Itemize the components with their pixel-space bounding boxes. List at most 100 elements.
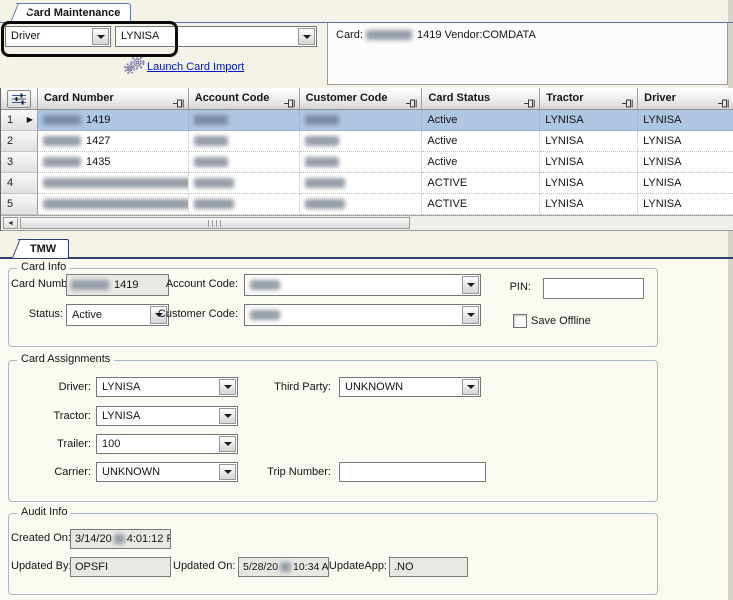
pin-icon[interactable] — [524, 95, 535, 110]
table-row[interactable]: 21427ActiveLYNISALYNISA — [1, 131, 733, 152]
grid-cell: 1427 — [38, 131, 189, 152]
table-row[interactable]: 40016ACTIVELYNISALYNISA — [1, 173, 733, 194]
redacted-text — [305, 115, 339, 125]
column-chooser-button[interactable] — [7, 90, 31, 108]
card-number-value: 1419 — [114, 279, 138, 291]
update-app-label: UpdateApp: — [325, 560, 387, 572]
grid-cell: Active — [422, 131, 540, 152]
carrier-label: Carrier: — [9, 466, 91, 478]
filter-value-dropdown-button[interactable] — [298, 28, 315, 45]
card-number-label: Card Number: — [11, 278, 63, 290]
update-app-field: .NO — [389, 557, 468, 577]
filter-type-combo[interactable]: Driver — [5, 26, 111, 47]
row-header[interactable]: 3 — [1, 152, 38, 173]
grid-cell: Active — [422, 152, 540, 173]
update-app-value: .NO — [394, 561, 414, 573]
filter-type-dropdown-button[interactable] — [92, 28, 109, 45]
grid-cell: 1419 — [38, 110, 189, 131]
pin-icon[interactable] — [284, 95, 295, 110]
grid-cell — [300, 110, 423, 131]
customer-code-dropdown-button[interactable] — [462, 306, 479, 324]
grid-cell: ACTIVE — [422, 194, 540, 215]
filter-value-text: LYNISA — [121, 30, 159, 42]
driver-dropdown-button[interactable] — [219, 379, 236, 395]
table-row[interactable]: 1▶1419ActiveLYNISALYNISA — [1, 110, 733, 131]
redacted-text — [43, 136, 81, 146]
grid-cell — [300, 131, 423, 152]
filter-value-combo[interactable]: LYNISA — [115, 26, 317, 47]
carrier-dropdown-button[interactable] — [219, 464, 236, 480]
table-row[interactable]: 31435ActiveLYNISALYNISA — [1, 152, 733, 173]
redacted-text — [43, 115, 81, 125]
audit-info-legend: Audit Info — [17, 506, 71, 518]
card-maintenance-window: Card Maintenance Driver LYNISA Launch Ca… — [0, 0, 733, 600]
updated-by-field: OPSFI — [70, 557, 171, 577]
redacted-text — [194, 178, 234, 188]
customer-code-combo[interactable] — [244, 304, 481, 326]
pin-icon[interactable] — [718, 95, 729, 110]
column-header-card-status[interactable]: Card Status — [422, 88, 540, 110]
card-info-group: Card Info Card Number: 1419 Account Code… — [8, 268, 658, 347]
third-party-value: UNKNOWN — [345, 381, 403, 393]
third-party-dropdown-button[interactable] — [462, 379, 479, 395]
grid-cell: LYNISA — [638, 110, 733, 131]
trip-number-label: Trip Number: — [249, 466, 331, 478]
customer-code-label: Customer Code: — [148, 308, 238, 320]
scroll-left-button[interactable]: ◄ — [3, 217, 18, 229]
trailer-label: Trailer: — [9, 438, 91, 450]
tractor-value: LYNISA — [102, 410, 140, 422]
tractor-combo[interactable]: LYNISA — [96, 406, 238, 426]
column-header-tractor[interactable]: Tractor — [540, 88, 638, 110]
created-on-label: Created On: — [11, 532, 67, 544]
column-header-driver[interactable]: Driver — [638, 88, 733, 110]
row-header[interactable]: 4 — [1, 173, 38, 194]
redacted-text — [305, 199, 345, 209]
pin-icon[interactable] — [622, 95, 633, 110]
grid-cell: LYNISA — [638, 131, 733, 152]
tractor-dropdown-button[interactable] — [219, 408, 236, 424]
updated-on-time: 10:34 AM — [293, 561, 329, 573]
account-code-dropdown-button[interactable] — [462, 276, 479, 294]
grid-cell: LYNISA — [540, 173, 638, 194]
pin-icon[interactable] — [406, 95, 417, 110]
filter-type-value: Driver — [11, 30, 40, 42]
carrier-value: UNKNOWN — [102, 466, 160, 478]
column-header-account-code[interactable]: Account Code — [189, 88, 300, 110]
row-header[interactable]: 5 — [1, 194, 38, 215]
grid-cell: LYNISA — [540, 194, 638, 215]
tab-card-maintenance[interactable]: Card Maintenance — [16, 3, 131, 23]
grid-cell: Active — [422, 110, 540, 131]
trailer-value: 100 — [102, 438, 120, 450]
column-header-label: Account Code — [195, 92, 270, 104]
row-header[interactable]: 2 — [1, 131, 38, 152]
scrollbar-thumb[interactable] — [20, 217, 410, 229]
row-header[interactable]: 1▶ — [1, 110, 38, 131]
table-row[interactable]: 50040ACTIVELYNISALYNISA — [1, 194, 733, 215]
column-header-label: Card Number — [44, 92, 114, 104]
pin-input[interactable] — [543, 278, 644, 299]
driver-combo[interactable]: LYNISA — [96, 377, 238, 397]
card-grid: Card Number Account Code Customer Code C… — [0, 88, 733, 231]
horizontal-scrollbar[interactable]: ◄ — [1, 215, 733, 231]
grid-cell: 0040 — [38, 194, 189, 215]
carrier-combo[interactable]: UNKNOWN — [96, 462, 238, 482]
third-party-combo[interactable]: UNKNOWN — [339, 377, 481, 397]
grid-corner-cell — [1, 88, 38, 110]
column-header-customer-code[interactable]: Customer Code — [300, 88, 423, 110]
column-header-label: Card Status — [428, 92, 490, 104]
card-summary-panel: Card: 1419 Vendor:COMDATA — [327, 22, 728, 85]
redacted-text — [43, 178, 189, 188]
column-header-label: Customer Code — [306, 92, 388, 104]
launch-card-import-link[interactable]: Launch Card Import — [147, 61, 244, 73]
column-header-card-number[interactable]: Card Number — [38, 88, 189, 110]
grid-cell: LYNISA — [540, 110, 638, 131]
tab-tmw[interactable]: TMW — [18, 239, 69, 258]
trailer-combo[interactable]: 100 — [96, 434, 238, 454]
grid-cell — [189, 173, 300, 194]
account-code-combo[interactable] — [244, 274, 481, 296]
trip-number-input[interactable] — [339, 462, 486, 482]
trailer-dropdown-button[interactable] — [219, 436, 236, 452]
pin-icon[interactable] — [173, 95, 184, 110]
save-offline-checkbox[interactable] — [513, 314, 527, 328]
grid-cell: LYNISA — [638, 194, 733, 215]
